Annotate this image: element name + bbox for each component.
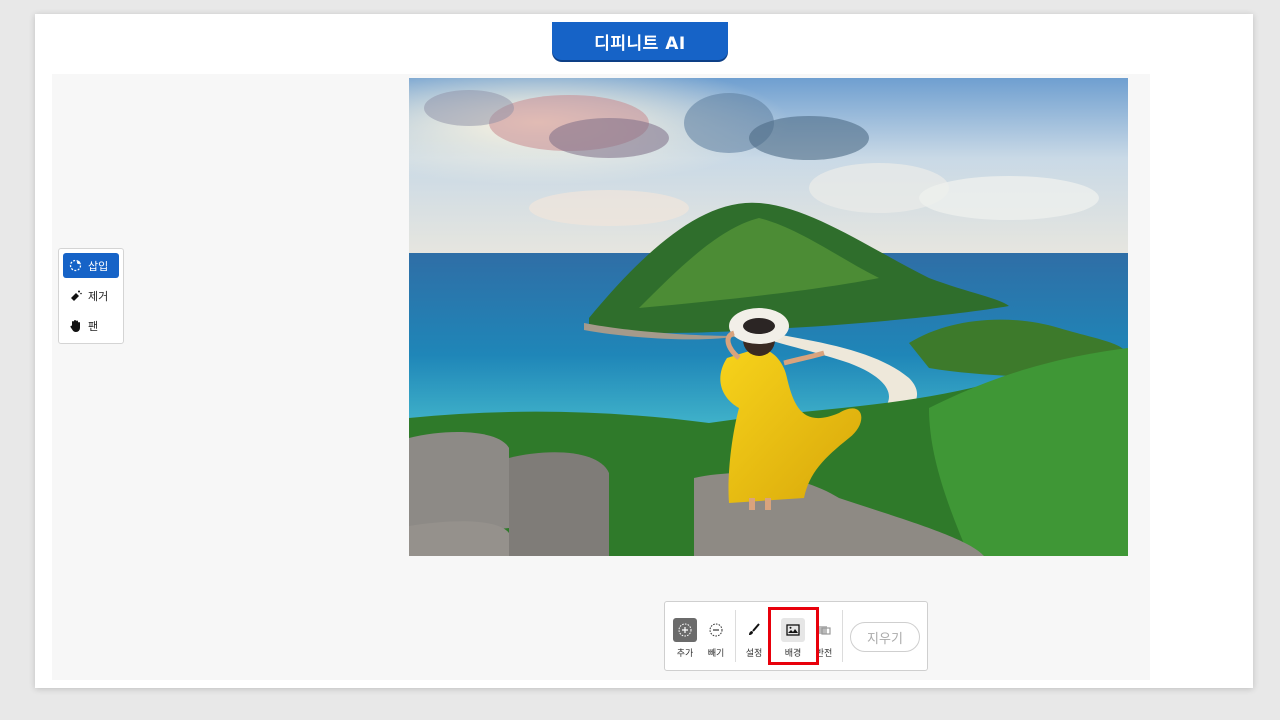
tool-remove-label: 제거 bbox=[88, 289, 109, 303]
background-button[interactable]: 배경 bbox=[779, 618, 807, 659]
brush-icon bbox=[742, 618, 766, 642]
tool-insert-label: 삽입 bbox=[88, 259, 109, 273]
tool-remove[interactable]: 제거 bbox=[63, 283, 119, 308]
beach-island-photo bbox=[409, 78, 1128, 556]
add-label: 추가 bbox=[676, 649, 694, 659]
eraser-icon bbox=[71, 290, 82, 301]
subtract-label: 빼기 bbox=[707, 649, 725, 659]
clear-button[interactable]: 지우기 bbox=[850, 622, 920, 652]
divider bbox=[842, 610, 843, 662]
tool-pan-label: 팬 bbox=[88, 319, 99, 333]
invert-label: 반전 bbox=[815, 649, 833, 659]
app-title-banner: 디피니트 AI bbox=[552, 22, 728, 60]
subtract-circle-icon bbox=[704, 618, 728, 642]
dashed-circle-icon bbox=[69, 259, 82, 272]
invert-button[interactable]: 반전 bbox=[810, 618, 838, 659]
tool-pan[interactable]: 팬 bbox=[63, 313, 119, 338]
add-circle-icon bbox=[673, 618, 697, 642]
add-button[interactable]: 추가 bbox=[671, 618, 699, 659]
edited-image[interactable] bbox=[409, 78, 1128, 556]
subtract-button[interactable]: 빼기 bbox=[702, 618, 730, 659]
tool-insert[interactable]: 삽입 bbox=[63, 253, 119, 278]
settings-label: 설정 bbox=[745, 649, 763, 659]
invert-icon bbox=[812, 618, 836, 642]
tool-panel: 삽입 제거 팬 bbox=[58, 248, 124, 344]
divider bbox=[735, 610, 736, 662]
settings-button[interactable]: 설정 bbox=[740, 618, 768, 659]
background-label: 배경 bbox=[784, 649, 802, 659]
bottom-toolbar: 추가 빼기 설정 배경 반전 지우기 bbox=[664, 601, 928, 671]
image-icon bbox=[781, 618, 805, 642]
hand-icon bbox=[70, 320, 80, 332]
